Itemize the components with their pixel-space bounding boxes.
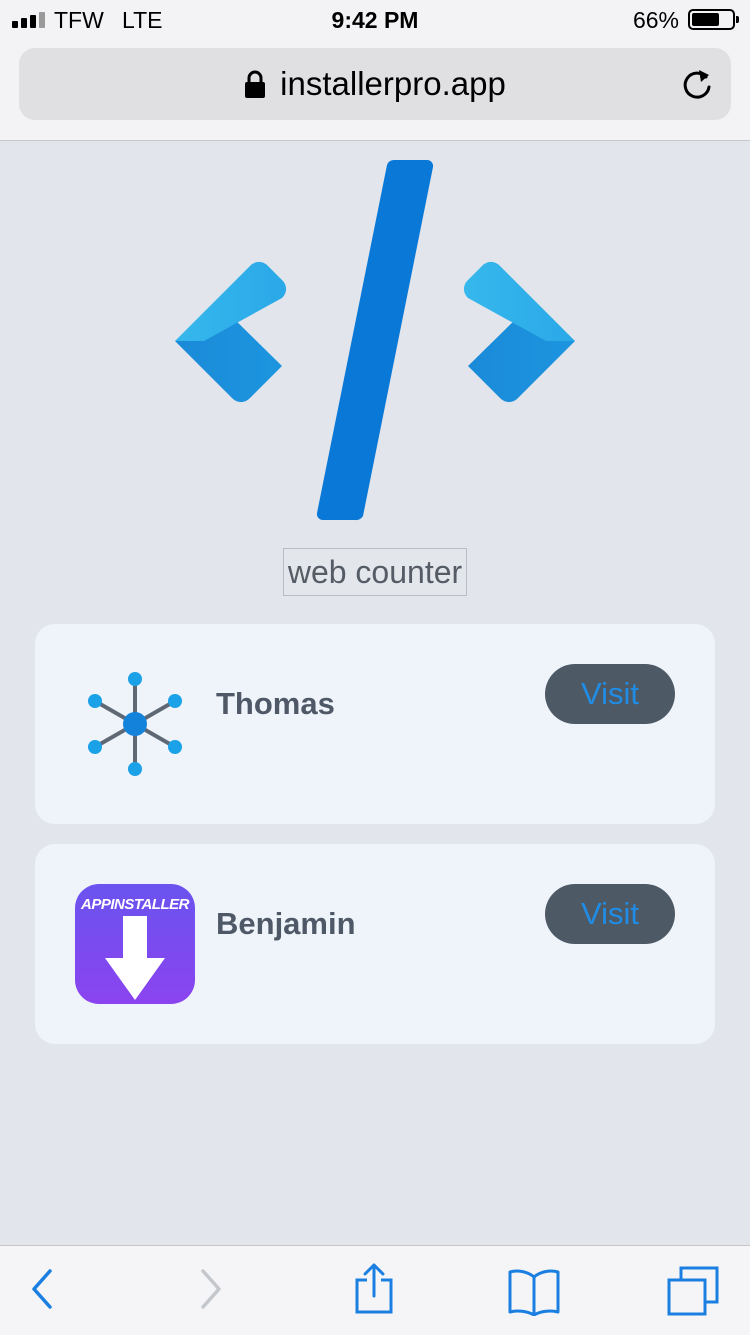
download-arrow-icon (105, 916, 165, 1000)
network-hub-icon (88, 672, 182, 776)
battery-icon (688, 9, 739, 30)
app-card: Thomas Visit (35, 624, 715, 824)
url-text[interactable]: installerpro.app (280, 65, 506, 103)
bookmarks-icon[interactable] (507, 1268, 561, 1316)
battery-percent: 66% (632, 7, 679, 33)
share-icon[interactable] (353, 1262, 395, 1314)
appinstaller-icon: APPINSTALLER (75, 884, 195, 1004)
browser-toolbar (0, 1245, 750, 1335)
reload-icon[interactable] (680, 68, 714, 102)
lock-icon (245, 70, 266, 98)
address-bar[interactable]: installerpro.app (19, 48, 731, 120)
status-bar: TFW LTE 9:42 PM 66% (0, 0, 750, 40)
appinstaller-logo-text: APPINSTALLER (81, 896, 189, 913)
app-name: Thomas (216, 686, 335, 721)
web-counter: web counter (283, 548, 467, 596)
forward-icon[interactable] (199, 1268, 223, 1310)
visit-button[interactable]: Visit (545, 884, 675, 944)
app-card: APPINSTALLER Benjamin Visit (35, 844, 715, 1044)
code-brackets-logo (175, 159, 575, 521)
browser-header: installerpro.app (0, 40, 750, 141)
app-name: Benjamin (216, 906, 356, 941)
tabs-icon[interactable] (667, 1266, 719, 1316)
back-icon[interactable] (30, 1268, 54, 1310)
visit-button[interactable]: Visit (545, 664, 675, 724)
